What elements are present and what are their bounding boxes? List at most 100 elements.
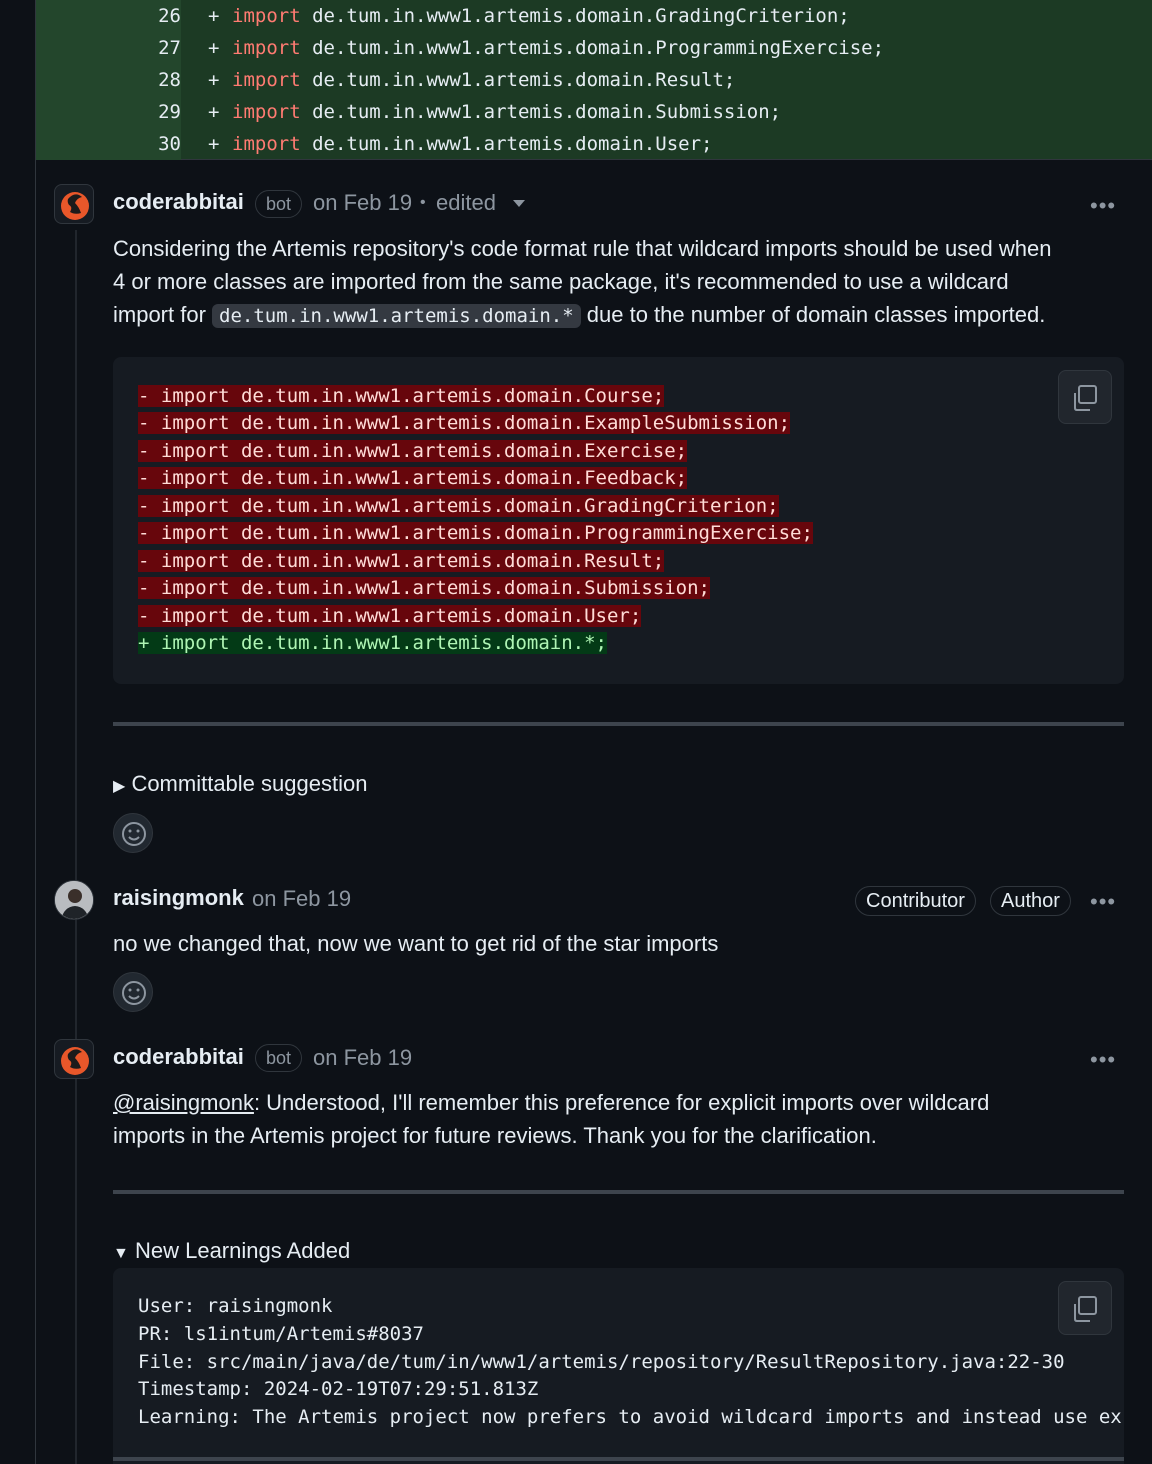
comment-text: imports in the Artemis project for futur… (113, 1123, 877, 1148)
deleted-line: - import de.tum.in.www1.artemis.domain.R… (138, 550, 665, 572)
learning-line: Timestamp: 2024-02-19T07:29:51.813Z (138, 1378, 539, 1400)
keyword: import (232, 69, 301, 91)
comment-date[interactable]: on Feb 19 (252, 886, 351, 912)
code-text: de.tum.in.www1.artemis.domain.Programmin… (300, 37, 885, 59)
diff-row: 30 + import de.tum.in.www1.artemis.domai… (36, 128, 1152, 160)
rabbit-logo-icon (61, 192, 89, 220)
more-options-icon[interactable]: ••• (1090, 889, 1116, 915)
deleted-line: - import de.tum.in.www1.artemis.domain.E… (138, 412, 791, 434)
comment-text: Considering the Artemis repository's cod… (113, 236, 1052, 261)
learnings-code-block: User: raisingmonk PR: ls1intum/Artemis#8… (113, 1268, 1124, 1464)
comment-date[interactable]: on Feb 19 (313, 1045, 412, 1071)
smiley-icon (122, 822, 146, 846)
learning-line: User: raisingmonk (138, 1295, 333, 1317)
divider (113, 1190, 1124, 1194)
comment-author[interactable]: coderabbitai (113, 189, 244, 215)
copy-button[interactable] (1058, 370, 1112, 424)
diff-row: 27 + import de.tum.in.www1.artemis.domai… (36, 32, 1152, 64)
line-number[interactable]: 29 (36, 96, 181, 128)
review-thread: 26 + import de.tum.in.www1.artemis.domai… (35, 0, 1152, 1464)
copy-button[interactable] (1058, 1281, 1112, 1335)
diff-row: 28 + import de.tum.in.www1.artemis.domai… (36, 64, 1152, 96)
diff-code: import de.tum.in.www1.artemis.domain.Res… (232, 64, 735, 96)
triangle-down-icon: ▼ (113, 1245, 129, 1262)
line-number[interactable]: 27 (36, 32, 181, 64)
new-learnings-toggle[interactable]: ▼ New Learnings Added (113, 1238, 350, 1264)
comment-author[interactable]: raisingmonk (113, 885, 244, 911)
more-options-icon[interactable]: ••• (1090, 193, 1116, 219)
thread-line (75, 230, 77, 1464)
diff-row: 29 + import de.tum.in.www1.artemis.domai… (36, 96, 1152, 128)
rabbit-logo-icon (61, 1047, 89, 1075)
comment-body: Considering the Artemis repository's cod… (113, 232, 1051, 333)
keyword: import (232, 37, 301, 59)
comment-text: @raisingmonk: Understood, I'll remember … (113, 1086, 989, 1119)
add-reaction-button[interactable] (113, 972, 153, 1012)
keyword: import (232, 5, 301, 27)
keyword: import (232, 101, 301, 123)
deleted-line: - import de.tum.in.www1.artemis.domain.S… (138, 577, 710, 599)
diff-sign: + (208, 37, 220, 59)
code-text: de.tum.in.www1.artemis.domain.Result; (300, 69, 736, 91)
line-number[interactable]: 30 (36, 128, 181, 160)
text-fragment: import for (113, 302, 206, 327)
deleted-line: - import de.tum.in.www1.artemis.domain.U… (138, 605, 642, 627)
triangle-right-icon: ▶ (113, 778, 126, 795)
learning-line: PR: ls1intum/Artemis#8037 (138, 1323, 424, 1345)
copy-icon (1074, 385, 1097, 411)
line-number[interactable]: 26 (36, 0, 181, 32)
avatar[interactable] (54, 1039, 94, 1079)
line-number[interactable]: 28 (36, 64, 181, 96)
learning-line: Learning: The Artemis project now prefer… (138, 1406, 1122, 1428)
diff-code: import de.tum.in.www1.artemis.domain.Gra… (232, 0, 850, 32)
add-reaction-button[interactable] (113, 813, 153, 853)
comment-author[interactable]: coderabbitai (113, 1044, 244, 1070)
comment-text: import for de.tum.in.www1.artemis.domain… (113, 298, 1051, 333)
summary-label: Committable suggestion (131, 771, 368, 796)
diff-row: 26 + import de.tum.in.www1.artemis.domai… (36, 0, 1152, 32)
diff-sign: + (208, 133, 220, 155)
copy-icon (1074, 1296, 1097, 1322)
bot-badge: bot (255, 190, 303, 218)
keyword: import (232, 133, 301, 155)
text-fragment: due to the number of domain classes impo… (586, 302, 1046, 327)
code-text: de.tum.in.www1.artemis.domain.GradingCri… (300, 5, 850, 27)
edited-label[interactable]: edited (436, 190, 496, 216)
diff-code: import de.tum.in.www1.artemis.domain.Pro… (232, 32, 884, 64)
avatar[interactable] (54, 184, 94, 224)
diff-hunk: 26 + import de.tum.in.www1.artemis.domai… (36, 0, 1152, 160)
diff-code: import de.tum.in.www1.artemis.domain.Use… (232, 128, 712, 160)
learning-line: File: src/main/java/de/tum/in/www1/artem… (138, 1351, 1065, 1373)
diff-sign: + (208, 5, 220, 27)
text-fragment: : Understood, I'll remember this prefere… (253, 1090, 990, 1115)
deleted-line: - import de.tum.in.www1.artemis.domain.P… (138, 522, 813, 544)
committable-suggestion-toggle[interactable]: ▶ Committable suggestion (113, 771, 367, 797)
separator-dot: • (420, 194, 426, 211)
horizontal-scrollbar[interactable] (113, 1457, 1124, 1461)
smiley-icon (122, 981, 146, 1005)
deleted-line: - import de.tum.in.www1.artemis.domain.F… (138, 467, 688, 489)
divider (113, 722, 1124, 726)
diff-sign: + (208, 69, 220, 91)
code-text: de.tum.in.www1.artemis.domain.Submission… (300, 101, 782, 123)
comment-text: 4 or more classes are imported from the … (113, 269, 1009, 294)
summary-label: New Learnings Added (134, 1238, 351, 1263)
deleted-line: - import de.tum.in.www1.artemis.domain.E… (138, 440, 688, 462)
deleted-line: - import de.tum.in.www1.artemis.domain.G… (138, 495, 779, 517)
user-photo-icon (55, 881, 93, 919)
comment-body: @raisingmonk: Understood, I'll remember … (113, 1086, 989, 1152)
chevron-down-icon[interactable] (513, 200, 525, 207)
more-options-icon[interactable]: ••• (1090, 1047, 1116, 1073)
inline-code: de.tum.in.www1.artemis.domain.* (212, 304, 581, 328)
deleted-line: - import de.tum.in.www1.artemis.domain.C… (138, 385, 665, 407)
code-text: de.tum.in.www1.artemis.domain.User; (300, 133, 713, 155)
contributor-badge: Contributor (855, 886, 976, 916)
diff-code: import de.tum.in.www1.artemis.domain.Sub… (232, 96, 781, 128)
bot-badge: bot (255, 1044, 303, 1072)
added-line: + import de.tum.in.www1.artemis.domain.*… (138, 632, 607, 654)
user-mention-link[interactable]: @raisingmonk (113, 1090, 254, 1115)
diff-sign: + (208, 101, 220, 123)
comment-text: no we changed that, now we want to get r… (113, 931, 719, 956)
comment-date[interactable]: on Feb 19 (313, 190, 412, 216)
avatar[interactable] (54, 880, 94, 920)
